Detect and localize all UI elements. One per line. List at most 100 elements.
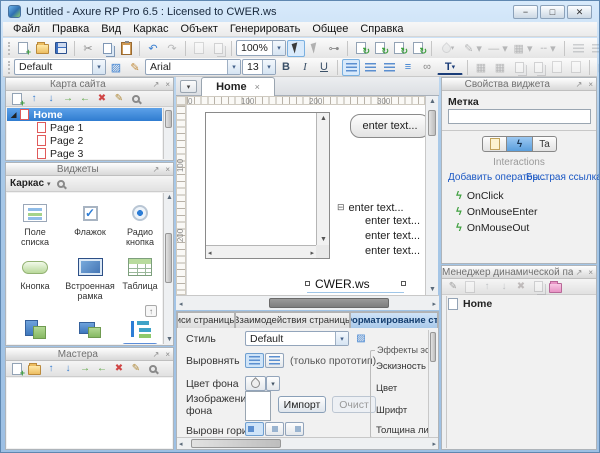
effect-item-color[interactable]: Цвет bbox=[376, 383, 428, 394]
widget-menu-vertical[interactable]: Меню (вертик.) bbox=[9, 317, 61, 344]
inline-frame-widget[interactable] bbox=[205, 112, 330, 259]
widgets-scrollbar[interactable] bbox=[163, 193, 173, 344]
add-folder-button[interactable] bbox=[27, 362, 41, 376]
indent-button[interactable] bbox=[61, 92, 75, 106]
scroll-left-icon[interactable] bbox=[179, 300, 183, 308]
distribute-v-button[interactable] bbox=[491, 59, 509, 76]
tree-node-label[interactable]: enter text... bbox=[349, 202, 419, 214]
outdent-button[interactable] bbox=[95, 362, 109, 376]
generate-spec-button[interactable] bbox=[371, 40, 389, 57]
resize-handle[interactable] bbox=[305, 281, 310, 286]
event-onclick[interactable]: OnClick bbox=[456, 190, 504, 202]
menu-help[interactable]: Справка bbox=[354, 23, 409, 35]
scroll-down-icon[interactable] bbox=[166, 336, 173, 343]
scroll-left-icon[interactable] bbox=[179, 440, 183, 448]
menu-generate[interactable]: Генерировать bbox=[224, 23, 306, 35]
line-style-button[interactable] bbox=[536, 40, 560, 57]
tree-node-label[interactable]: enter text... bbox=[365, 230, 425, 245]
widget-listbox[interactable]: Поле списка bbox=[9, 201, 61, 247]
brush-button[interactable] bbox=[126, 59, 144, 76]
tab-formatting[interactable]: Ta bbox=[532, 136, 557, 152]
widget-table[interactable]: Таблица bbox=[117, 255, 162, 291]
sitemap-item-page1[interactable]: Page 1 bbox=[7, 121, 162, 134]
sitemap-item-home[interactable]: Home bbox=[7, 108, 162, 121]
tree-node-label[interactable]: enter text... bbox=[365, 245, 425, 260]
add-state-button[interactable] bbox=[463, 280, 477, 294]
menu-object[interactable]: Объект bbox=[174, 23, 223, 35]
scroll-down-icon[interactable] bbox=[320, 236, 327, 243]
tree-widget[interactable]: enter text... enter text... enter text..… bbox=[337, 200, 425, 260]
outdent-button[interactable] bbox=[78, 92, 92, 106]
delete-state-button[interactable] bbox=[514, 280, 528, 294]
collapse-icon[interactable] bbox=[337, 202, 345, 213]
scroll-right-icon[interactable] bbox=[432, 440, 436, 448]
align-h-left-button[interactable] bbox=[245, 422, 264, 436]
undock-icon[interactable] bbox=[150, 80, 163, 89]
hyperlink-button[interactable] bbox=[418, 59, 436, 76]
zoom-select[interactable]: 100% bbox=[236, 40, 286, 56]
edit-panel-button[interactable] bbox=[446, 280, 460, 294]
move-up-button[interactable] bbox=[27, 92, 41, 106]
scroll-up-icon[interactable] bbox=[166, 194, 173, 201]
align-objects-center-button[interactable] bbox=[588, 40, 600, 57]
close-icon[interactable] bbox=[162, 80, 173, 89]
bg-color-dropdown[interactable] bbox=[266, 376, 280, 391]
show-all-panels-button[interactable] bbox=[548, 280, 562, 294]
menu-wireframe[interactable]: Каркас bbox=[127, 23, 174, 35]
add-master-button[interactable] bbox=[10, 362, 24, 376]
page-panel-hscrollbar[interactable] bbox=[177, 437, 438, 449]
align-h-center-button[interactable] bbox=[265, 422, 284, 436]
widget-label-input[interactable] bbox=[448, 109, 591, 124]
style-preset-select[interactable]: Default bbox=[14, 59, 106, 75]
move-down-button[interactable] bbox=[61, 362, 75, 376]
align-objects-left-button[interactable] bbox=[569, 40, 587, 57]
frame-horizontal-scrollbar[interactable] bbox=[206, 245, 316, 258]
masters-list[interactable] bbox=[7, 378, 172, 448]
lock-button[interactable] bbox=[594, 59, 600, 76]
italic-button[interactable]: I bbox=[296, 59, 314, 76]
menu-file[interactable]: Файл bbox=[7, 23, 46, 35]
group-button[interactable] bbox=[510, 59, 528, 76]
import-image-button[interactable]: Импорт bbox=[278, 396, 326, 413]
dynamic-panel-list[interactable]: Home bbox=[448, 296, 595, 448]
redo-button[interactable] bbox=[163, 40, 181, 57]
paste-special-button[interactable] bbox=[190, 40, 208, 57]
tab-page-notes[interactable]: иси страницы bbox=[177, 312, 235, 328]
tab-annotations[interactable] bbox=[482, 136, 507, 152]
move-down-button[interactable] bbox=[497, 280, 511, 294]
font-size-select[interactable]: 13 bbox=[242, 59, 276, 75]
line-color-button[interactable] bbox=[461, 40, 485, 57]
effect-item-sketchiness[interactable]: Эскизность bbox=[376, 361, 428, 372]
event-onmouseenter[interactable]: OnMouseEnter bbox=[456, 206, 537, 218]
align-h-right-button[interactable] bbox=[285, 422, 304, 436]
tab-list-dropdown-button[interactable] bbox=[180, 80, 197, 93]
quick-link[interactable]: Быстрая ссылка... bbox=[526, 172, 600, 183]
scroll-right-icon[interactable] bbox=[310, 249, 314, 257]
rename-master-button[interactable] bbox=[129, 362, 143, 376]
scroll-right-icon[interactable] bbox=[432, 300, 436, 308]
design-canvas[interactable]: enter text... enter text... enter text..… bbox=[186, 105, 425, 295]
undock-icon[interactable] bbox=[150, 165, 163, 174]
close-icon[interactable] bbox=[162, 165, 173, 174]
selected-label-widget[interactable]: CWER.ws bbox=[307, 275, 404, 293]
move-down-button[interactable] bbox=[44, 92, 58, 106]
preview-button[interactable] bbox=[409, 40, 427, 57]
undock-icon[interactable] bbox=[573, 80, 586, 89]
page-style-select[interactable]: Default bbox=[245, 331, 349, 346]
text-align-right-button[interactable] bbox=[380, 59, 398, 76]
widget-options-popup-button[interactable] bbox=[145, 305, 157, 317]
save-button[interactable] bbox=[52, 40, 70, 57]
indent-button[interactable] bbox=[78, 362, 92, 376]
tab-page-interactions[interactable]: Взаимодействия страницы bbox=[235, 312, 350, 328]
text-align-center-button[interactable] bbox=[361, 59, 379, 76]
rename-page-button[interactable] bbox=[112, 92, 126, 106]
page-align-center-button[interactable] bbox=[265, 353, 284, 368]
effect-item-line-width[interactable]: Толщина лини bbox=[376, 425, 428, 436]
grid-button[interactable] bbox=[511, 40, 535, 57]
widget-checkbox[interactable]: Флажок bbox=[63, 201, 117, 237]
distribute-h-button[interactable] bbox=[472, 59, 490, 76]
scroll-up-icon[interactable] bbox=[429, 98, 436, 105]
move-up-button[interactable] bbox=[480, 280, 494, 294]
connector-tool-button[interactable] bbox=[325, 40, 343, 57]
page-panel-scrollbar[interactable] bbox=[428, 330, 437, 438]
